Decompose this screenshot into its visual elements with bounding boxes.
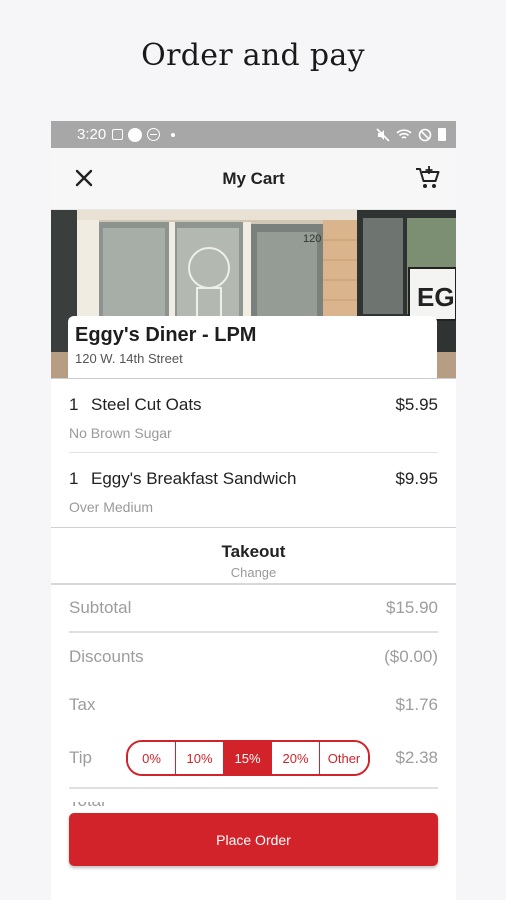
- tip-option-10[interactable]: 10%: [176, 742, 224, 774]
- cart-item[interactable]: 1 Eggy's Breakfast Sandwich $9.95 Over M…: [69, 453, 438, 527]
- status-bar: 3:20: [51, 121, 456, 148]
- order-method-selector[interactable]: Takeout Change: [51, 527, 456, 585]
- place-order-button[interactable]: Place Order: [69, 813, 438, 866]
- subtotal-row: Subtotal $15.90: [69, 585, 438, 633]
- order-method-title: Takeout: [221, 542, 286, 561]
- item-quantity: 1: [69, 469, 79, 488]
- gallery-icon: [112, 129, 124, 140]
- total-row-partial: Total: [69, 802, 438, 810]
- tip-option-0[interactable]: 0%: [128, 742, 176, 774]
- discounts-label: Discounts: [69, 647, 144, 666]
- discounts-value: ($0.00): [384, 647, 438, 666]
- phone-screen: 3:20 My Cart 120 EG Eggy's Diner - LPM 1…: [51, 121, 456, 900]
- mute-icon: [376, 127, 390, 142]
- tax-row: Tax $1.76: [69, 681, 438, 729]
- storefront-number: 120: [303, 233, 321, 245]
- storefront-sign: EG: [417, 282, 455, 312]
- subtotal-label: Subtotal: [69, 598, 132, 617]
- page-headline: Order and pay: [141, 38, 365, 73]
- do-not-disturb-icon: [147, 128, 161, 141]
- discounts-row: Discounts ($0.00): [69, 633, 438, 681]
- restaurant-name: Eggy's Diner - LPM: [75, 324, 257, 346]
- item-name: Steel Cut Oats: [91, 395, 202, 414]
- bottom-bar: Total Place Order: [51, 802, 456, 900]
- restaurant-address: 120 W. 14th Street: [75, 351, 183, 366]
- battery-icon: [438, 128, 446, 141]
- item-quantity: 1: [69, 395, 79, 414]
- tip-option-other[interactable]: Other: [320, 742, 368, 774]
- close-icon[interactable]: [71, 165, 97, 191]
- item-price: $9.95: [395, 469, 438, 488]
- tip-value: $2.38: [395, 748, 438, 767]
- item-price: $5.95: [395, 395, 438, 414]
- more-notifications-icon: [171, 132, 176, 137]
- cart-icon[interactable]: [414, 164, 442, 192]
- change-method-link[interactable]: Change: [51, 565, 456, 580]
- app-notification-icon: [128, 127, 143, 142]
- wifi-icon: [396, 129, 412, 139]
- item-name: Eggy's Breakfast Sandwich: [91, 469, 297, 488]
- item-modifier: Over Medium: [69, 499, 154, 515]
- cart-items: 1 Steel Cut Oats $5.95 No Brown Sugar 1 …: [51, 378, 456, 527]
- subtotal-value: $15.90: [386, 598, 438, 617]
- total-label: Total: [69, 802, 105, 810]
- app-bar: My Cart: [51, 148, 456, 210]
- item-modifier: No Brown Sugar: [69, 425, 172, 441]
- cart-item[interactable]: 1 Steel Cut Oats $5.95 No Brown Sugar: [69, 379, 438, 453]
- status-time: 3:20: [77, 126, 107, 143]
- restaurant-hero: 120 EG Eggy's Diner - LPM 120 W. 14th St…: [51, 210, 456, 378]
- tax-label: Tax: [69, 695, 96, 714]
- tip-option-15[interactable]: 15%: [224, 742, 272, 774]
- tip-label: Tip: [69, 748, 92, 767]
- restaurant-card: Eggy's Diner - LPM 120 W. 14th Street: [68, 316, 437, 378]
- tip-option-20[interactable]: 20%: [272, 742, 320, 774]
- order-totals: Subtotal $15.90 Discounts ($0.00) Tax $1…: [51, 585, 456, 789]
- tip-selector: 0% 10% 15% 20% Other: [126, 740, 370, 776]
- tip-row: Tip 0% 10% 15% 20% Other $2.38: [69, 729, 438, 789]
- page-title: My Cart: [222, 168, 285, 188]
- blocked-icon: [418, 128, 432, 141]
- tax-value: $1.76: [395, 695, 438, 714]
